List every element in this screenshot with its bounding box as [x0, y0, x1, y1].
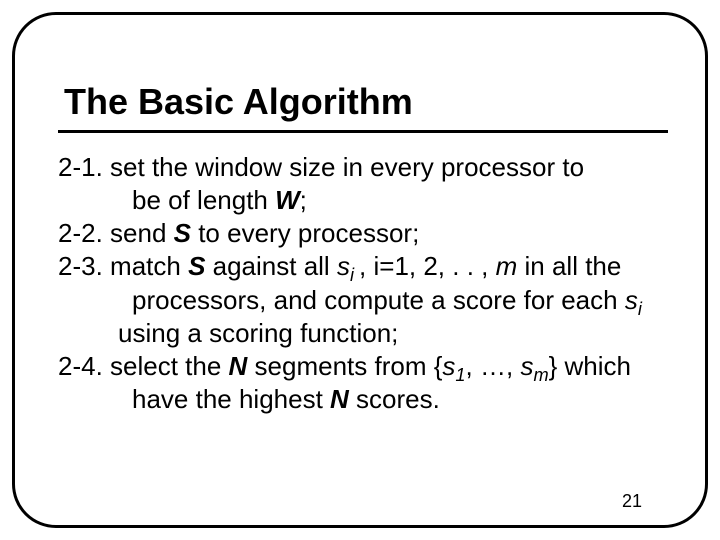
- page-number: 21: [622, 491, 642, 512]
- var-si: s: [625, 285, 638, 315]
- step-continuation: have the highest N scores.: [58, 383, 668, 416]
- text: ;: [300, 185, 307, 215]
- step-text: against all: [205, 251, 337, 281]
- var-n: N: [330, 384, 349, 414]
- var-s: S: [188, 251, 205, 281]
- text: be of length: [132, 185, 275, 215]
- step-text: , i=1, 2, . . ,: [359, 251, 496, 281]
- step-number: 2-3.: [58, 251, 103, 281]
- step-2-3: 2-3. match S against all si , i=1, 2, . …: [58, 250, 668, 350]
- var-s1: s: [442, 351, 455, 381]
- step-2-1: 2-1. set the window size in every proces…: [58, 151, 668, 218]
- var-n: N: [229, 351, 248, 381]
- text: processors, and compute a score for each: [132, 285, 625, 315]
- var-s: S: [174, 218, 191, 248]
- text: using a scoring function;: [118, 318, 398, 348]
- text: scores.: [349, 384, 440, 414]
- var-m: m: [496, 251, 518, 281]
- slide-body: 2-1. set the window size in every proces…: [58, 151, 668, 417]
- slide-title: The Basic Algorithm: [64, 82, 672, 122]
- title-underline: [58, 130, 668, 133]
- text: have the highest: [132, 384, 330, 414]
- step-2-4: 2-4. select the N segments from {s1, …, …: [58, 350, 668, 417]
- slide-content: The Basic Algorithm 2-1. set the window …: [12, 12, 708, 528]
- var-si: s: [337, 251, 350, 281]
- step-text: set the window size in every processor t…: [103, 152, 584, 182]
- step-continuation: be of length W;: [58, 184, 668, 217]
- subscript-i: i: [638, 299, 642, 319]
- step-text: in all the: [517, 251, 621, 281]
- subscript-1: 1: [455, 365, 465, 385]
- step-text: segments from {: [247, 351, 442, 381]
- step-text: } which: [549, 351, 631, 381]
- var-sm: s: [520, 351, 533, 381]
- step-2-2: 2-2. send S to every processor;: [58, 217, 668, 250]
- step-text: match: [103, 251, 188, 281]
- step-text: send: [103, 218, 174, 248]
- step-text: select the: [103, 351, 229, 381]
- step-number: 2-1.: [58, 152, 103, 182]
- subscript-i: i: [350, 266, 359, 286]
- step-number: 2-4.: [58, 351, 103, 381]
- slide: The Basic Algorithm 2-1. set the window …: [0, 0, 720, 540]
- step-text: to every processor;: [191, 218, 419, 248]
- step-continuation: using a scoring function;: [58, 317, 668, 350]
- var-w: W: [275, 185, 300, 215]
- subscript-m: m: [533, 365, 548, 385]
- step-continuation: processors, and compute a score for each…: [58, 284, 668, 317]
- step-number: 2-2.: [58, 218, 103, 248]
- step-text: , …,: [466, 351, 521, 381]
